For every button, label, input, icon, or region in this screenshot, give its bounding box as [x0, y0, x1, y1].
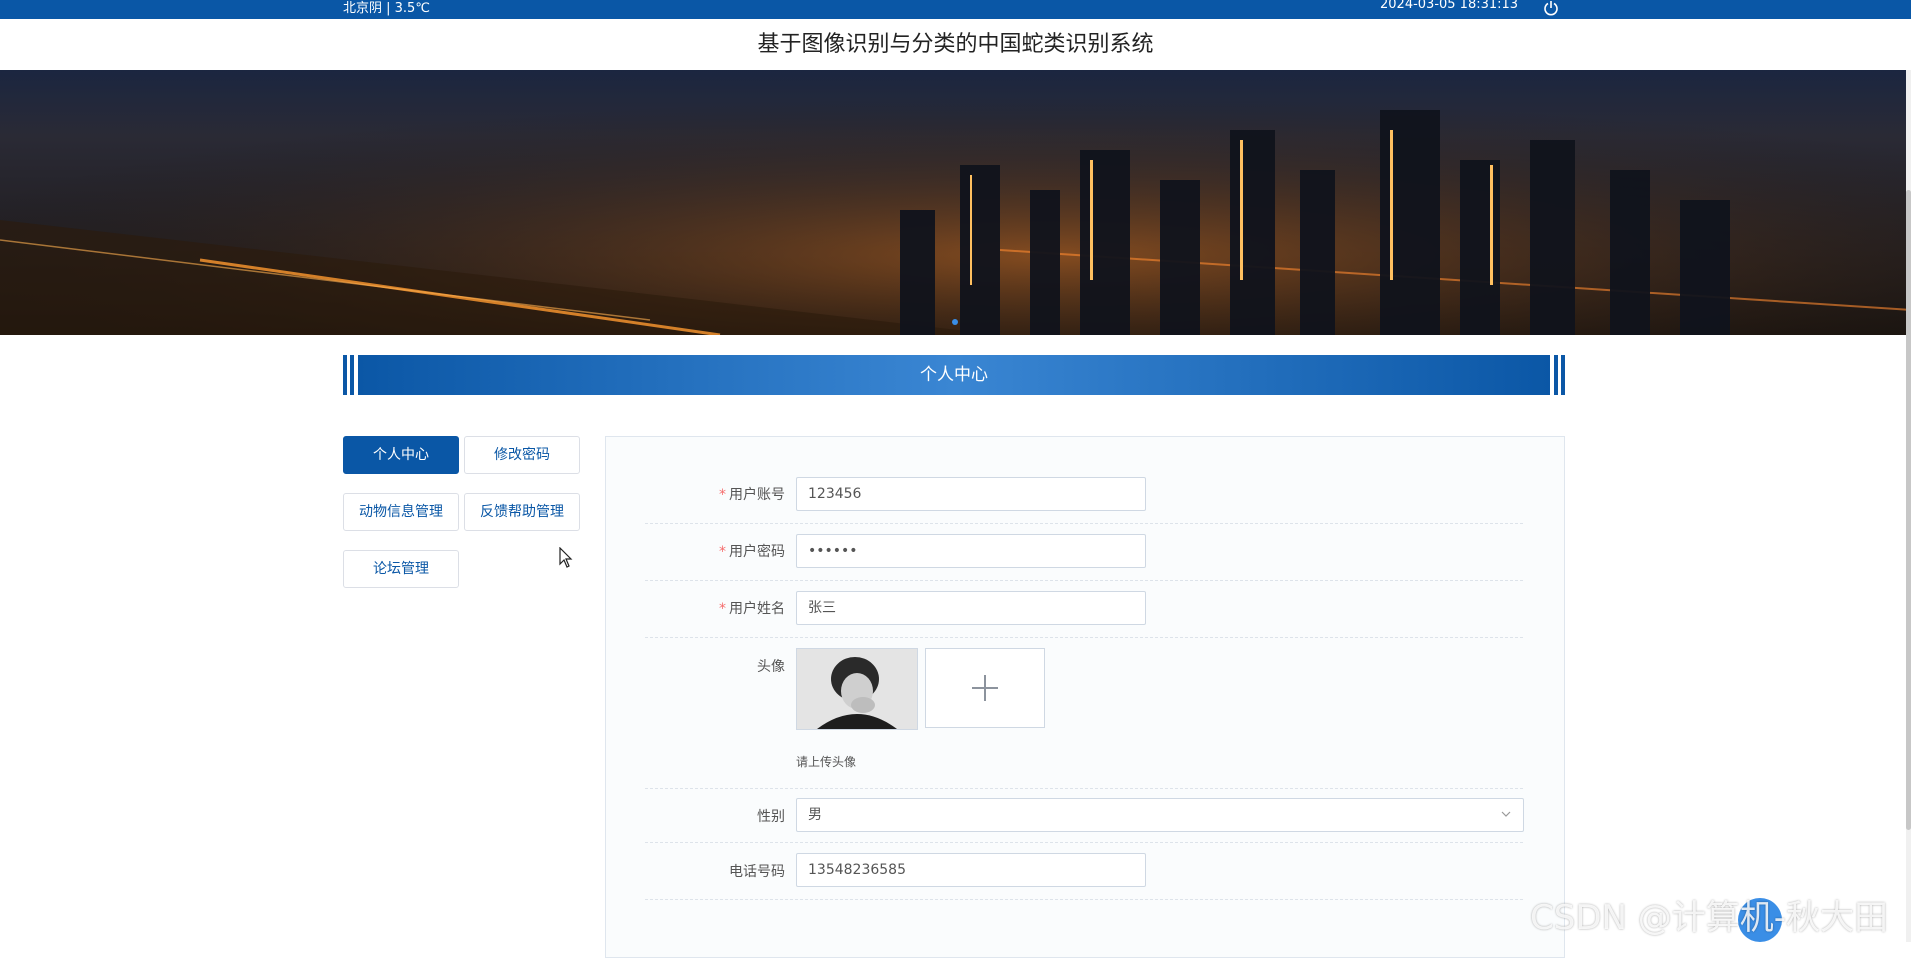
header-stripe — [343, 355, 347, 395]
datetime-text: 2024-03-05 18:31:13 — [1380, 0, 1519, 12]
menu-forum[interactable]: 论坛管理 — [343, 550, 459, 588]
phone-input[interactable]: 13548236585 — [796, 853, 1146, 887]
name-label: * 用户姓名 — [719, 601, 785, 617]
weather-text: 北京阴 | 3.5℃ — [343, 1, 430, 16]
menu-change-password[interactable]: 修改密码 — [464, 436, 580, 474]
banner-carousel[interactable] — [0, 70, 1911, 335]
avatar-image — [796, 648, 918, 730]
header-stripe — [350, 355, 354, 395]
section-header: 个人中心 — [343, 355, 1565, 395]
password-input[interactable]: •••••• — [796, 534, 1146, 568]
gender-selected-value: 男 — [808, 807, 822, 823]
row-divider — [645, 637, 1523, 638]
row-divider — [645, 523, 1523, 524]
account-input[interactable]: 123456 — [796, 477, 1146, 511]
required-mark: * — [719, 544, 726, 560]
chevron-down-icon — [1501, 811, 1511, 817]
scrollbar-thumb[interactable] — [1906, 190, 1911, 830]
password-label: * 用户密码 — [719, 544, 785, 560]
menu-animal-info[interactable]: 动物信息管理 — [343, 493, 459, 531]
required-mark: * — [719, 487, 726, 503]
avatar-upload-hint: 请上传头像 — [796, 755, 857, 769]
row-divider — [645, 842, 1523, 843]
gender-select[interactable]: 男 — [796, 798, 1524, 832]
menu-feedback-help[interactable]: 反馈帮助管理 — [464, 493, 580, 531]
required-mark: * — [719, 601, 726, 617]
menu-personal-center[interactable]: 个人中心 — [343, 436, 459, 474]
city-night-image — [0, 70, 1911, 335]
top-bar: 北京阴 | 3.5℃ 2024-03-05 18:31:13 — [0, 0, 1911, 19]
section-title: 个人中心 — [920, 365, 988, 385]
row-divider — [645, 788, 1523, 789]
name-input[interactable]: 张三 — [796, 591, 1146, 625]
watermark: CSDN @计算机-秋大田 — [1530, 898, 1889, 938]
gender-label: 性别 — [757, 809, 785, 825]
power-icon[interactable] — [1542, 0, 1560, 17]
row-divider — [645, 899, 1523, 900]
phone-label: 电话号码 — [729, 864, 785, 880]
avatar-upload-button[interactable] — [925, 648, 1045, 728]
row-divider — [645, 580, 1523, 581]
avatar-label: 头像 — [757, 659, 785, 675]
site-title: 基于图像识别与分类的中国蛇类识别系统 — [757, 32, 1154, 57]
header-stripe — [1561, 355, 1565, 395]
header-stripe — [1554, 355, 1558, 395]
site-title-bar: 基于图像识别与分类的中国蛇类识别系统 — [0, 19, 1911, 71]
mouse-cursor-icon — [559, 547, 573, 568]
account-label: * 用户账号 — [719, 487, 785, 503]
